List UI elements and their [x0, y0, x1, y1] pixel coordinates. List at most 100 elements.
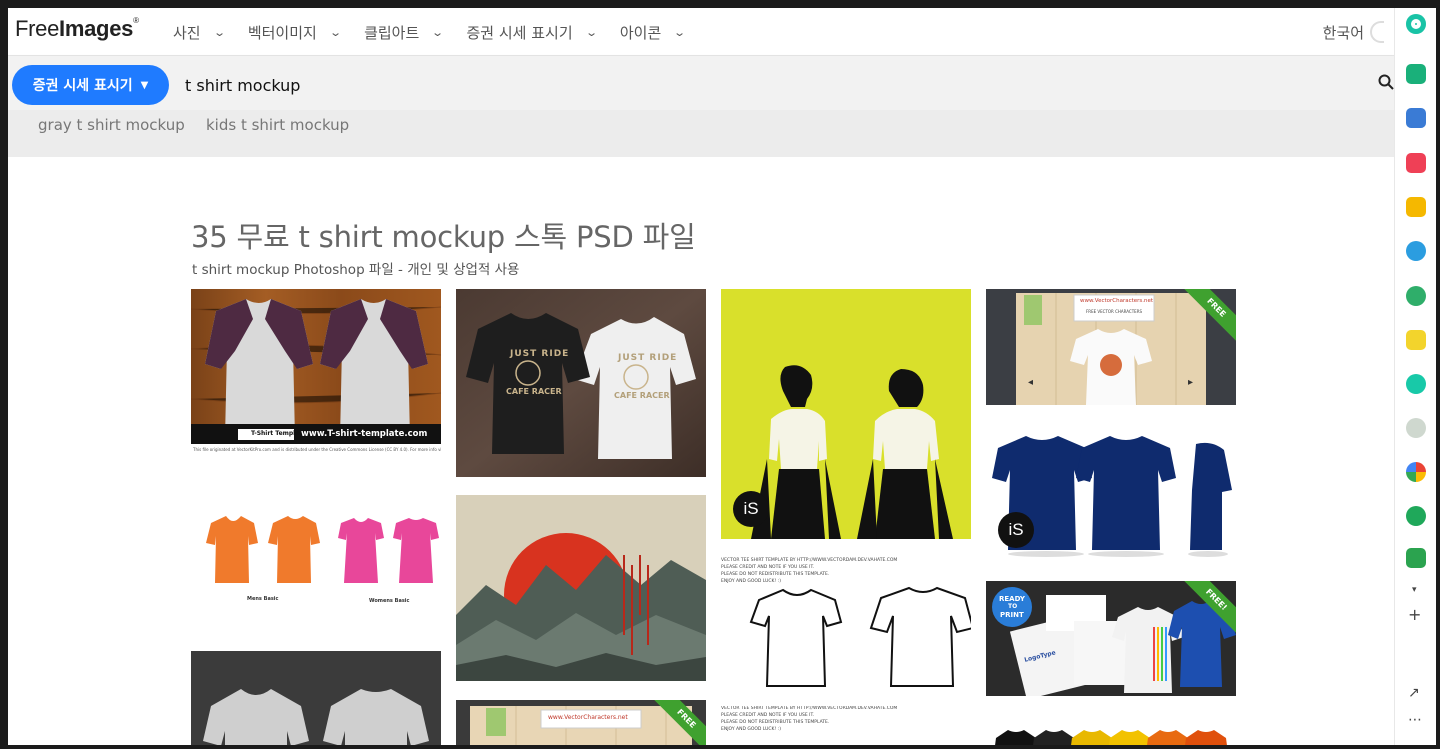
chevron-down-icon: ⌄ — [329, 25, 342, 39]
shirt-print-text: CAFE RACER — [506, 387, 562, 396]
related-searches: gray t shirt mockup kids t shirt mockup — [8, 110, 1394, 157]
result-tile[interactable]: Mens Basic Womens Basic — [191, 488, 441, 638]
template-note: PLEASE DO NOT REDISTRIBUTE THIS TEMPLATE… — [721, 572, 830, 577]
template-note: ENJOY AND GOOD LUCK! :) — [721, 579, 781, 584]
nav-label: 아이콘 — [619, 23, 662, 42]
cafe-racer-tshirt-image — [456, 289, 706, 477]
result-tile[interactable]: VECTOR TEE SHIRT TEMPLATE BY HTTP://WWW.… — [721, 556, 971, 706]
result-tile[interactable]: JUST RIDE CAFE RACER JUST RIDE CAFE RACE… — [456, 289, 706, 477]
logo-mark: ® — [133, 16, 139, 25]
istock-badge: iS — [733, 491, 769, 527]
tile-footnote: This file originated at VectorKitPro.com… — [193, 447, 441, 452]
result-tile[interactable]: iS — [986, 420, 1236, 560]
red-sun-mountains-image — [456, 495, 706, 681]
scope-label: 증권 시세 표시기 — [32, 78, 133, 94]
template-note: PLEASE CREDIT AND NOTE IF YOU USE IT. — [721, 565, 815, 570]
logo-bold-text: Images — [59, 16, 134, 41]
nav-label: 사진 — [173, 23, 201, 42]
result-tile[interactable]: iS — [721, 289, 971, 539]
search-input[interactable] — [185, 68, 1365, 102]
result-tile[interactable]: READY TO PRINT LogoType FREE! — [986, 581, 1236, 696]
tile-label: Mens Basic — [247, 596, 279, 602]
page-subtitle: t shirt mockup Photoshop 파일 - 개인 및 상업적 사… — [192, 262, 520, 278]
more-icon[interactable]: ⋯ — [1408, 712, 1422, 728]
istock-badge: iS — [998, 512, 1034, 548]
logo-light-text: Free — [15, 16, 60, 41]
ready-badge-text: TO — [1008, 603, 1018, 610]
related-link[interactable]: kids t shirt mockup — [206, 116, 349, 134]
vector-characters-tshirt-image: ◂ ▸ — [986, 289, 1236, 405]
shirt-print-text: CAFE RACER — [614, 391, 670, 400]
owl-icon[interactable] — [1406, 286, 1426, 306]
tile-label: Womens Basic — [369, 598, 410, 604]
colored-tshirts-image — [995, 730, 1227, 745]
notes-icon[interactable] — [1406, 330, 1426, 350]
template-note: VECTOR TEE SHIRT TEMPLATE BY HTTP://WWW.… — [721, 706, 898, 711]
shirt-print-text: JUST RIDE — [618, 353, 678, 363]
browser-side-panel: ▾ + ↗ ⋯ — [1394, 8, 1436, 745]
site-label: www.VectorCharacters.net — [1080, 298, 1154, 304]
tile-caption: www.T-shirt-template.com — [301, 429, 428, 439]
nav-item-psd[interactable]: 증권 시세 표시기 ⌄ — [466, 22, 598, 43]
chevron-down-icon: ⌄ — [584, 25, 598, 39]
result-tile[interactable] — [456, 495, 706, 681]
plus-icon[interactable]: + — [1408, 605, 1421, 624]
page-viewport: FreeImages® 사진 ⌄ 벡터이미지 ⌄ 클립아트 ⌄ 증권 시세 표시기 ⌄ … — [8, 8, 1394, 745]
language-selector[interactable]: 한국어 — [1323, 8, 1384, 56]
tile-badge: T-Shirt Template — [251, 430, 307, 437]
site-sublabel: FREE VECTOR CHARACTERS — [1086, 309, 1143, 314]
basic-tees-image — [206, 516, 439, 583]
avatar-icon[interactable] — [1406, 418, 1426, 438]
play-icon[interactable] — [1406, 374, 1426, 394]
related-link[interactable]: gray t shirt mockup — [38, 116, 185, 134]
pocket-icon[interactable] — [1406, 153, 1426, 173]
freeimages-logo[interactable]: FreeImages® — [15, 16, 139, 42]
search-bar: 증권 시세 표시기 ▼ — [8, 56, 1394, 110]
result-tile[interactable]: www.VectorCharacters.net FREE — [456, 700, 706, 745]
result-tile[interactable] — [986, 718, 1236, 745]
external-link-icon[interactable]: ↗ — [1408, 685, 1420, 701]
result-tile[interactable]: VECTOR TEE SHIRT TEMPLATE BY HTTP://WWW.… — [721, 706, 971, 745]
template-note: PLEASE CREDIT AND NOTE IF YOU USE IT. — [721, 713, 815, 718]
user-avatar-icon[interactable] — [1370, 21, 1384, 43]
google-icon[interactable] — [1406, 462, 1426, 482]
bell-icon[interactable] — [1406, 64, 1426, 84]
nav-label: 증권 시세 표시기 — [466, 23, 573, 42]
page-title: 35 무료 t shirt mockup 스톡 PSD 파일 — [191, 220, 696, 254]
chevron-down-icon[interactable]: ▾ — [1412, 585, 1417, 595]
ready-badge-text: READY — [999, 595, 1025, 603]
result-tile[interactable]: T-Shirt Template www.T-shirt-template.co… — [191, 289, 441, 474]
copilot-icon[interactable] — [1406, 14, 1426, 34]
svg-text:◂: ◂ — [1028, 377, 1033, 388]
briefcase-icon[interactable] — [1406, 108, 1426, 128]
nav-item-icons[interactable]: 아이콘 ⌄ — [619, 22, 687, 43]
chevron-down-icon: ⌄ — [212, 25, 226, 39]
ready-badge-text: PRINT — [1000, 611, 1024, 619]
site-label: www.VectorCharacters.net — [548, 714, 628, 721]
template-note: VECTOR TEE SHIRT TEMPLATE BY HTTP://WWW.… — [721, 558, 898, 563]
search-scope-button[interactable]: 증권 시세 표시기 ▼ — [12, 65, 169, 105]
svg-text:▸: ▸ — [1188, 377, 1193, 388]
result-tile[interactable] — [191, 651, 441, 745]
bing-icon[interactable] — [1406, 506, 1426, 526]
nav-menu: 사진 ⌄ 벡터이미지 ⌄ 클립아트 ⌄ 증권 시세 표시기 ⌄ 아이콘 ⌄ — [173, 8, 708, 56]
browser-frame: FreeImages® 사진 ⌄ 벡터이미지 ⌄ 클립아트 ⌄ 증권 시세 표시기 ⌄ … — [8, 8, 1436, 745]
window-icon[interactable] — [1406, 548, 1426, 568]
result-tile[interactable]: ◂ ▸ www.VectorCharacters.net FREE VECTOR… — [986, 289, 1236, 405]
search-icon[interactable] — [1378, 74, 1394, 90]
edge-icon[interactable] — [1406, 241, 1426, 261]
star-icon[interactable] — [1406, 197, 1426, 217]
top-navigation: FreeImages® 사진 ⌄ 벡터이미지 ⌄ 클립아트 ⌄ 증권 시세 표시기 ⌄ … — [8, 8, 1394, 56]
nav-item-clipart[interactable]: 클립아트 ⌄ — [364, 22, 445, 43]
chevron-down-icon: ⌄ — [673, 25, 687, 39]
nav-label: 벡터이미지 — [247, 23, 317, 42]
nav-item-vectors[interactable]: 벡터이미지 ⌄ — [247, 22, 342, 43]
shirt-print-text: JUST RIDE — [510, 349, 570, 359]
nav-label: 클립아트 — [364, 23, 420, 42]
template-note: PLEASE DO NOT REDISTRIBUTE THIS TEMPLATE… — [721, 720, 830, 725]
language-label: 한국어 — [1322, 23, 1364, 42]
nav-item-photos[interactable]: 사진 ⌄ — [173, 22, 226, 43]
gray-tshirt-image — [191, 651, 441, 745]
chevron-down-icon: ⌄ — [431, 25, 445, 39]
template-note: ENJOY AND GOOD LUCK! :) — [721, 727, 781, 732]
